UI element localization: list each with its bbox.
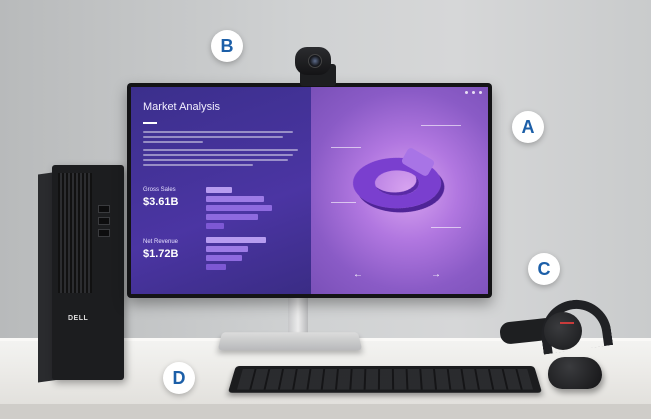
desk-front: [0, 404, 651, 419]
title-underline: [143, 122, 157, 124]
headphone-accent: [560, 322, 574, 324]
webcam: [295, 47, 331, 75]
keyboard: [227, 365, 543, 393]
callout-line: [331, 147, 361, 148]
badge-c: C: [528, 253, 560, 285]
headphone-right-cup: [544, 312, 582, 350]
monitor-screen: Market Analysis Gross Sales $3.61B Net R…: [131, 87, 488, 294]
mouse: [548, 357, 602, 389]
metric-value: $1.72B: [143, 248, 179, 260]
metric-label: Gross Sales: [143, 187, 176, 193]
product-photo: DELL Market Analysis Gross Sales $3.61B …: [0, 0, 651, 419]
screen-title: Market Analysis: [143, 101, 221, 113]
metric-label: Net Revenue: [143, 239, 179, 245]
metric-value: $3.61B: [143, 196, 179, 208]
tower-vent-grille: [58, 173, 92, 293]
arrow-right-icon: →: [431, 269, 441, 280]
arrow-left-icon: ←: [353, 269, 363, 280]
monitor: Market Analysis Gross Sales $3.61B Net R…: [127, 83, 492, 298]
net-revenue-bars: [206, 237, 266, 273]
screen-right-panel: ← →: [311, 87, 488, 294]
badge-b: B: [211, 30, 243, 62]
webcam-lens-icon: [308, 54, 322, 68]
metric-gross-sales: Gross Sales $3.61B: [143, 187, 178, 208]
screen-body-text: [143, 131, 303, 169]
dell-logo: DELL: [68, 315, 89, 322]
callout-line: [421, 125, 461, 126]
desktop-tower: DELL: [52, 165, 124, 380]
badge-d: D: [163, 362, 195, 394]
tower-front-ports: [98, 205, 112, 245]
metric-net-revenue: Net Revenue $1.72B: [143, 239, 178, 260]
gross-sales-bars: [206, 187, 272, 232]
donut-chart-graphic: [338, 149, 456, 217]
screen-left-panel: Market Analysis Gross Sales $3.61B Net R…: [131, 87, 311, 294]
callout-line: [331, 202, 356, 203]
badge-a: A: [512, 111, 544, 143]
callout-line: [431, 227, 461, 228]
monitor-stand-base: [217, 332, 363, 351]
window-controls: [465, 91, 482, 94]
